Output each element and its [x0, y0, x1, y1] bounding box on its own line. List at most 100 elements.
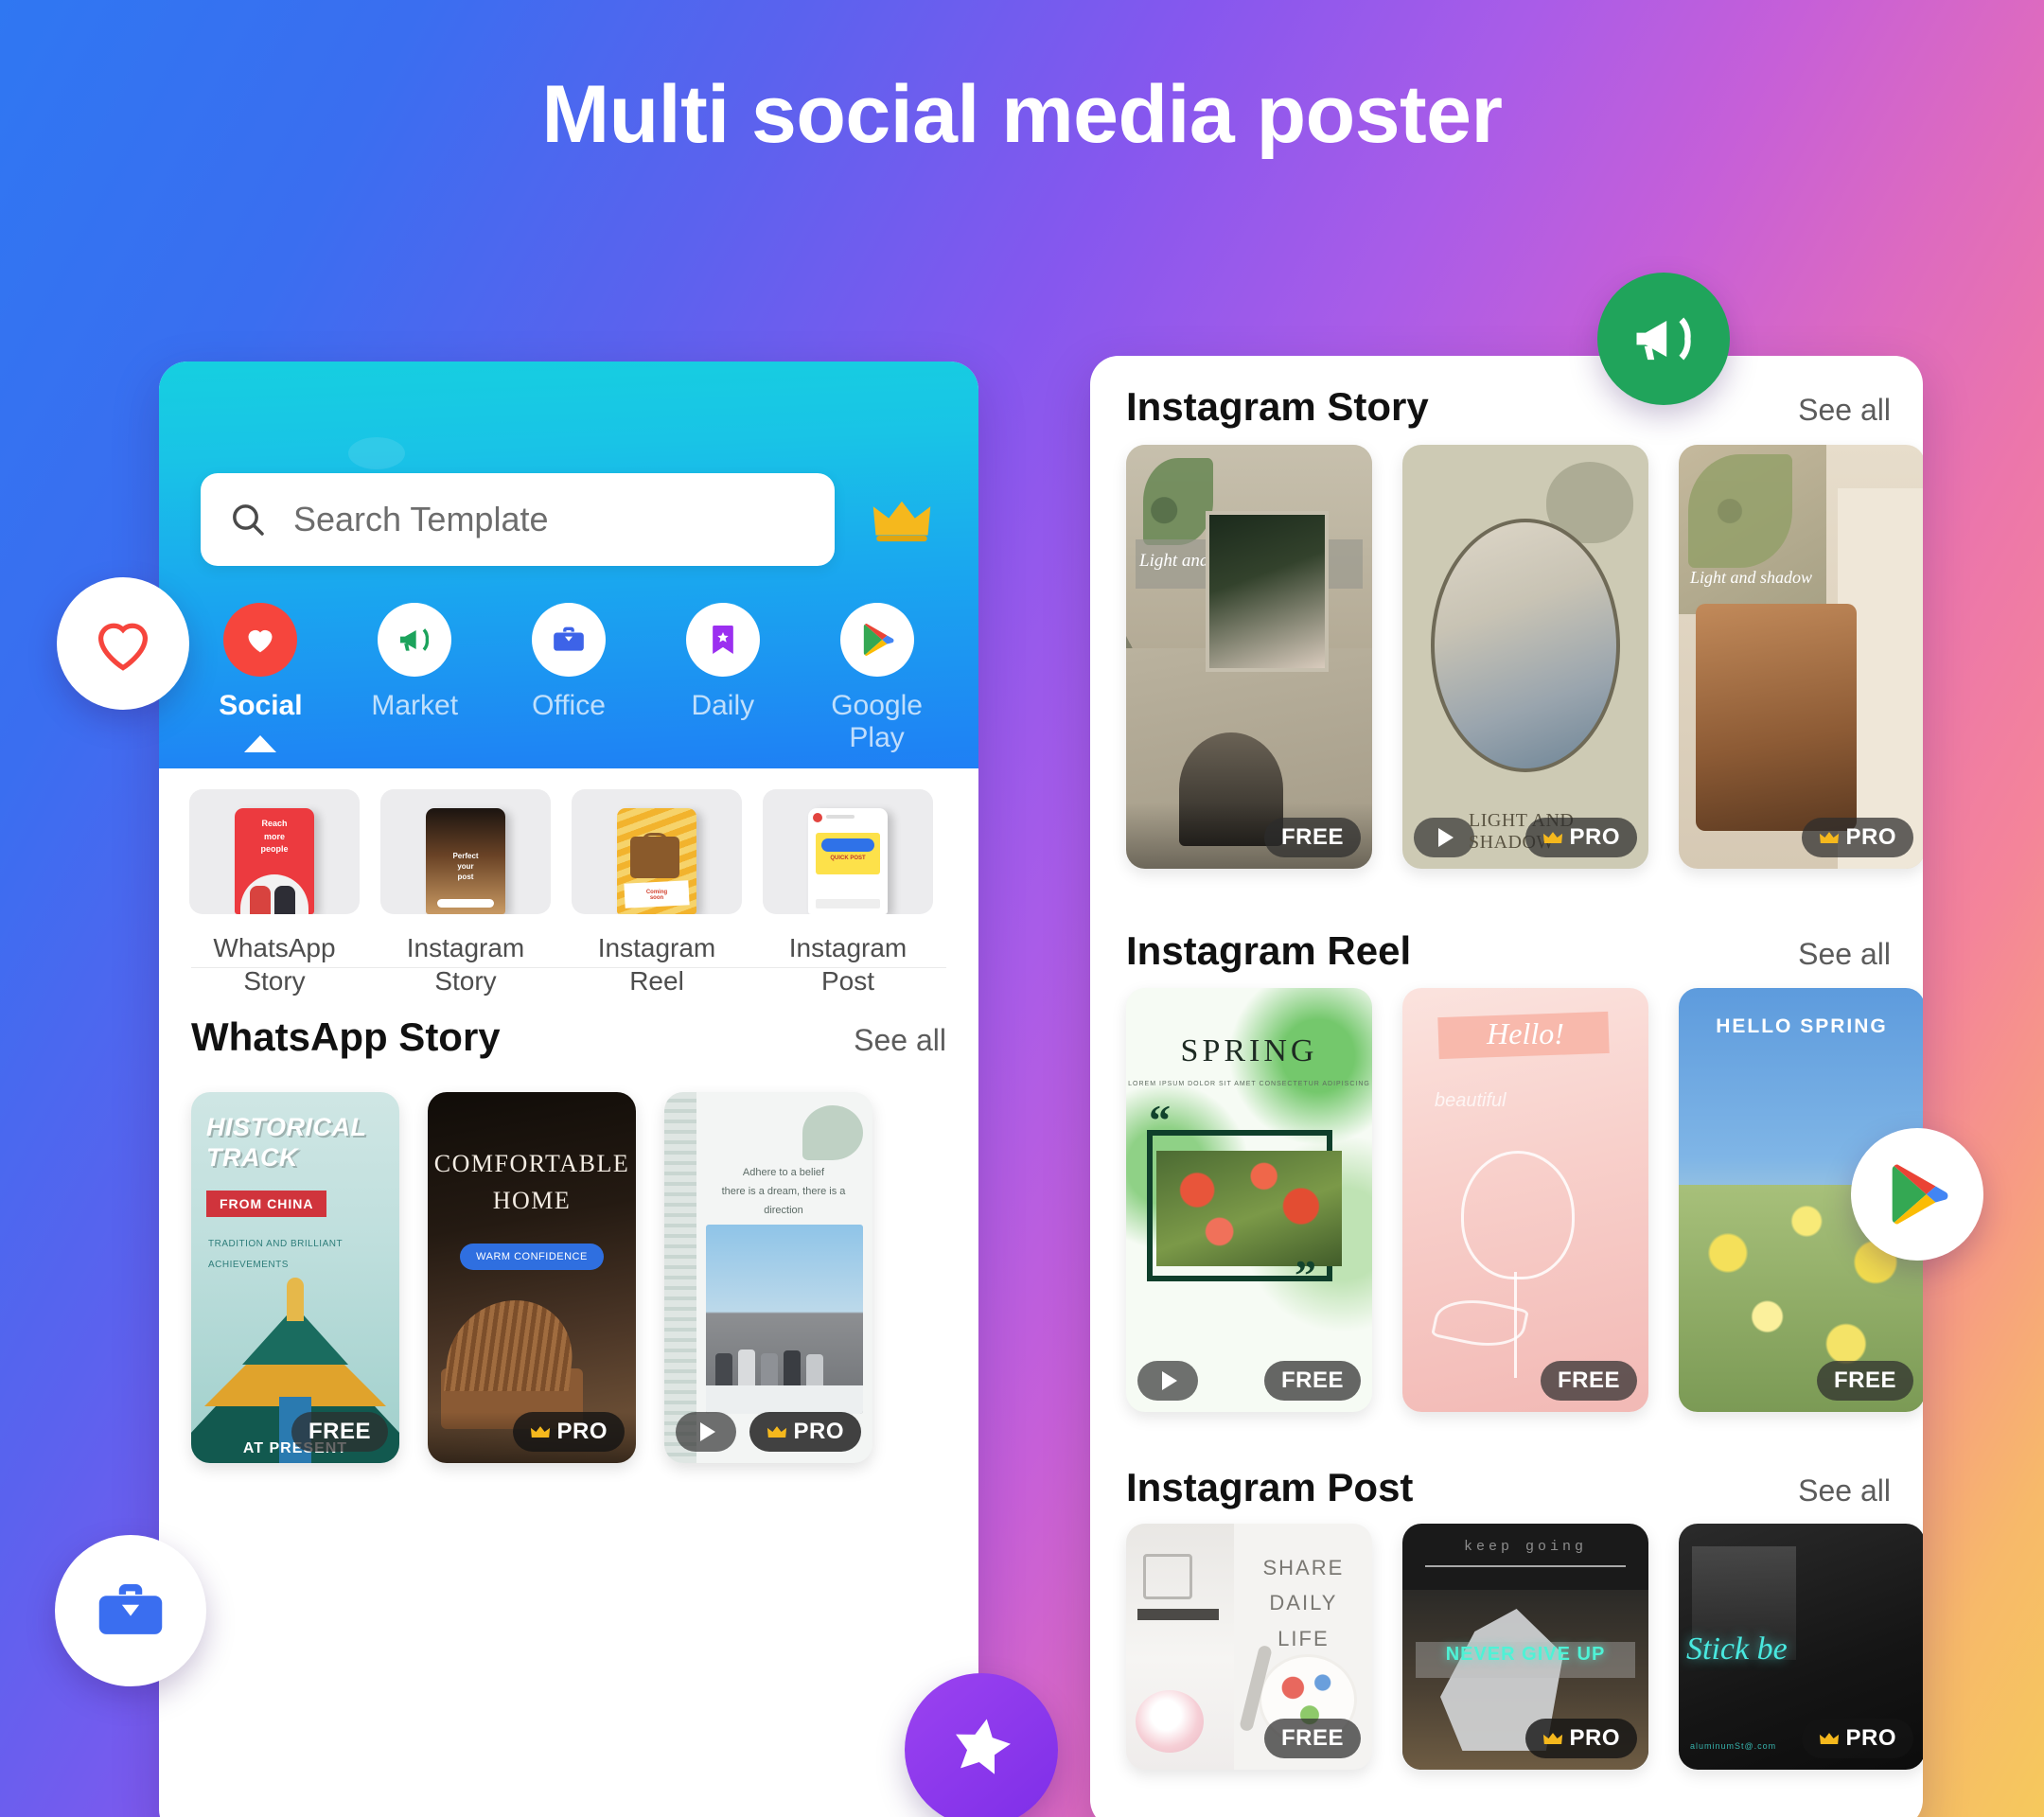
google-play-icon: [839, 603, 914, 677]
quick-category-instagram-reel[interactable]: Coming soon Instagram Reel: [572, 789, 742, 997]
badge-label: PRO: [556, 1419, 608, 1444]
card-title-line1: Adhere to a belief: [742, 1167, 825, 1178]
quick-category-instagram-story[interactable]: Perfect your post Instagram Story: [380, 789, 551, 997]
see-all-link[interactable]: See all: [854, 1023, 946, 1058]
quick-category-label: Instagram Story: [380, 931, 551, 997]
badge-label: FREE: [308, 1419, 371, 1444]
label-line-2: Post: [820, 966, 875, 996]
card-title-line2: TRACK: [206, 1142, 298, 1172]
badge-label: PRO: [1845, 1725, 1896, 1751]
tab-label: Social: [219, 690, 303, 721]
label-line-1: Instagram: [788, 933, 907, 962]
badge-label: PRO: [1845, 824, 1896, 850]
decor-blob: [348, 437, 405, 469]
section-header-whatsapp-story: WhatsApp Story See all: [191, 1014, 946, 1060]
status-badge: PRO: [1525, 1719, 1637, 1758]
search-row: Search Template: [201, 473, 937, 566]
quick-thumb: Perfect your post: [380, 789, 551, 914]
card-caption: HELLO SPRING: [1716, 1015, 1888, 1037]
category-tabs: Social Market Office Daily Google Play: [159, 603, 978, 785]
floating-chip-google-play[interactable]: [1851, 1128, 1983, 1261]
status-badge: FREE: [1263, 1719, 1361, 1758]
section-header-instagram-story: Instagram Story See all: [1126, 384, 1891, 430]
card-title-line1: COMFORTABLE: [433, 1150, 630, 1177]
tab-daily[interactable]: Daily: [652, 603, 794, 785]
right-phone-screen: Instagram Story See all Light and shadow…: [1090, 356, 1923, 1817]
tab-social[interactable]: Social: [189, 603, 331, 785]
floating-chip-megaphone[interactable]: [1597, 273, 1730, 405]
briefcase-icon: [531, 603, 606, 677]
label-line-1: WhatsApp: [213, 933, 336, 962]
section-title: Instagram Story: [1126, 384, 1429, 429]
tab-active-indicator: [244, 735, 277, 752]
quick-thumb: QUICK POST: [763, 789, 933, 914]
play-button[interactable]: [1137, 1361, 1198, 1401]
quick-thumb: Reach more people: [189, 789, 360, 914]
tab-label: Google Play: [831, 690, 923, 753]
template-card[interactable]: keep going NEVER GIVE UP PRO: [1402, 1524, 1648, 1770]
badge-label: PRO: [1569, 824, 1620, 850]
crown-icon: [1543, 1732, 1563, 1744]
template-card[interactable]: COMFORTABLE HOME WARM CONFIDENCE PRO: [428, 1092, 636, 1463]
card-caption: Light and shadow: [1690, 568, 1813, 587]
bookmark-icon: [685, 603, 760, 677]
status-badge: PRO: [1802, 818, 1913, 857]
template-card[interactable]: LIGHT AND SHADOW PRO: [1402, 445, 1648, 869]
quick-thumb: Coming soon: [572, 789, 742, 914]
tab-label: Market: [371, 690, 459, 721]
quick-category-instagram-post[interactable]: QUICK POST Instagram Post: [763, 789, 933, 997]
quick-category-label: WhatsApp Story: [189, 931, 360, 997]
divider: [191, 967, 946, 968]
card-tag: WARM CONFIDENCE: [460, 1244, 604, 1270]
floating-chip-heart[interactable]: [57, 577, 189, 710]
template-card[interactable]: HISTORICAL TRACK FROM CHINA TRADITION AN…: [191, 1092, 399, 1463]
megaphone-icon: [378, 603, 452, 677]
play-icon: [700, 1422, 715, 1441]
template-card[interactable]: Stick be aluminumSt@.com PRO: [1679, 1524, 1923, 1770]
briefcase-icon: [98, 1584, 163, 1634]
template-card[interactable]: Light and shadow PRO: [1679, 445, 1923, 869]
section-title: Instagram Reel: [1126, 928, 1412, 973]
play-button[interactable]: [1414, 818, 1474, 857]
card-title-line2: there is a dream, there is a direction: [721, 1185, 846, 1216]
floating-chip-briefcase[interactable]: [55, 1535, 206, 1686]
status-badge: PRO: [1525, 818, 1637, 857]
premium-crown-button[interactable]: [867, 496, 937, 543]
status-badge: PRO: [513, 1412, 625, 1452]
card-tag: FROM CHINA: [206, 1191, 327, 1217]
tab-office[interactable]: Office: [498, 603, 640, 785]
see-all-link[interactable]: See all: [1798, 937, 1891, 972]
template-card[interactable]: SPRING LOREM IPSUM DOLOR SIT AMET CONSEC…: [1126, 988, 1372, 1412]
template-card[interactable]: Adhere to a belief there is a dream, the…: [664, 1092, 872, 1463]
search-input[interactable]: Search Template: [201, 473, 835, 566]
play-icon: [1162, 1371, 1177, 1390]
heart-icon: [223, 603, 298, 677]
tab-label: Office: [532, 690, 606, 721]
card-caption: Hello!: [1487, 1016, 1564, 1050]
see-all-link[interactable]: See all: [1798, 1473, 1891, 1508]
template-card[interactable]: Light and shadow FREE: [1126, 445, 1372, 869]
quick-category-label: Instagram Reel: [572, 931, 742, 997]
status-badge: FREE: [1263, 1361, 1361, 1401]
template-card[interactable]: SHARE DAILY LIFE FREE: [1126, 1524, 1372, 1770]
tab-market[interactable]: Market: [344, 603, 485, 785]
quick-category-label: Instagram Post: [763, 931, 933, 997]
badge-label: FREE: [1280, 1367, 1344, 1393]
tab-google-play[interactable]: Google Play: [806, 603, 948, 785]
see-all-link[interactable]: See all: [1798, 393, 1891, 428]
crown-icon: [767, 1425, 787, 1438]
floating-chip-sparkle[interactable]: [905, 1673, 1058, 1817]
instagram-story-card-row: Light and shadow FREE LIGHT AND SHADOW P…: [1126, 445, 1923, 869]
template-card[interactable]: Hello! beautiful FREE: [1402, 988, 1648, 1412]
section-title: Instagram Post: [1126, 1465, 1414, 1509]
play-button[interactable]: [676, 1412, 736, 1452]
card-caption: SPRING: [1180, 1033, 1318, 1068]
badge-label: FREE: [1557, 1367, 1620, 1393]
instagram-post-card-row: SHARE DAILY LIFE FREE keep going NEVER G…: [1126, 1524, 1923, 1770]
status-badge: PRO: [749, 1412, 861, 1452]
badge-label: FREE: [1833, 1367, 1896, 1393]
label-line-2: Story: [243, 966, 306, 996]
quick-category-whatsapp-story[interactable]: Reach more people WhatsApp Story: [189, 789, 360, 997]
page-title: Multi social media poster: [541, 69, 1503, 160]
play-icon: [1438, 828, 1454, 847]
